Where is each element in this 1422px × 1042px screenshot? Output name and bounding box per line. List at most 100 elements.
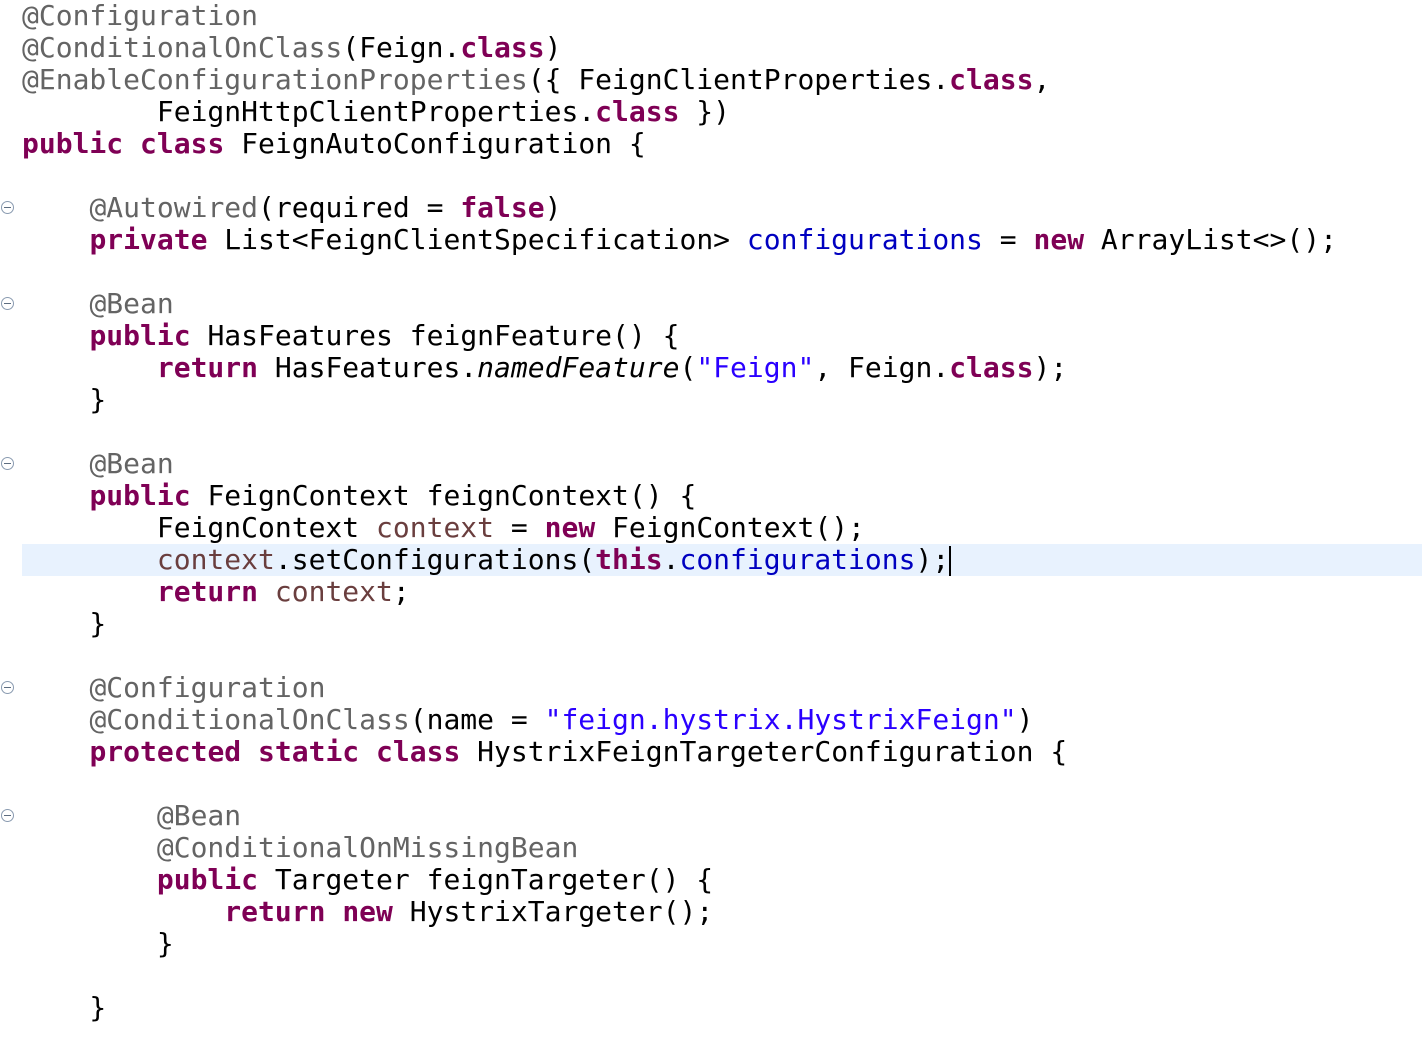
code-line[interactable] bbox=[22, 768, 1422, 800]
code-line[interactable]: @EnableConfigurationProperties({ FeignCl… bbox=[22, 64, 1422, 96]
field-reference: configurations bbox=[746, 223, 983, 256]
code-line[interactable]: public class FeignAutoConfiguration { bbox=[22, 128, 1422, 160]
code-token: List<FeignClientSpecification> bbox=[207, 223, 747, 256]
code-line[interactable]: } bbox=[22, 608, 1422, 640]
code-line[interactable]: public HasFeatures feignFeature() { bbox=[22, 320, 1422, 352]
code-line[interactable]: @Configuration bbox=[22, 0, 1422, 32]
keyword-token: return bbox=[156, 575, 259, 608]
code-line[interactable]: @Autowired(required = false) bbox=[22, 192, 1422, 224]
code-line[interactable]: FeignHttpClientProperties.class }) bbox=[22, 96, 1422, 128]
fold-collapse-icon[interactable] bbox=[1, 681, 14, 694]
code-line[interactable]: return new HystrixTargeter(); bbox=[22, 896, 1422, 928]
code-line[interactable]: return context; bbox=[22, 576, 1422, 608]
code-token: .setConfigurations( bbox=[274, 543, 596, 576]
code-line[interactable] bbox=[22, 160, 1422, 192]
fold-collapse-icon[interactable] bbox=[1, 201, 14, 214]
keyword-token: return bbox=[156, 351, 259, 384]
fold-collapse-icon[interactable] bbox=[1, 809, 14, 822]
keyword-token: false bbox=[460, 191, 545, 224]
code-line[interactable]: @ConditionalOnMissingBean bbox=[22, 832, 1422, 864]
code-token: HystrixFeignTargeterConfiguration { bbox=[460, 735, 1068, 768]
annotation-token: @Bean bbox=[89, 447, 174, 480]
keyword-token: return bbox=[224, 895, 326, 928]
annotation-token: @Configuration bbox=[22, 0, 259, 32]
keyword-token: class bbox=[595, 95, 680, 128]
code-line[interactable] bbox=[22, 416, 1422, 448]
keyword-token: public bbox=[89, 479, 191, 512]
code-line[interactable] bbox=[22, 960, 1422, 992]
code-line[interactable]: } bbox=[22, 384, 1422, 416]
annotation-token: @Configuration bbox=[89, 671, 326, 704]
code-line[interactable] bbox=[22, 256, 1422, 288]
keyword-token: new bbox=[1033, 223, 1085, 256]
code-token: FeignContext(); bbox=[595, 511, 865, 544]
keyword-token: public bbox=[89, 319, 191, 352]
code-line[interactable] bbox=[22, 640, 1422, 672]
text-cursor bbox=[949, 546, 952, 576]
code-token: FeignContext feignContext() { bbox=[190, 479, 697, 512]
code-token: Targeter feignTargeter() { bbox=[258, 863, 714, 896]
code-line[interactable]: public FeignContext feignContext() { bbox=[22, 480, 1422, 512]
keyword-token: this bbox=[595, 543, 663, 576]
fold-collapse-icon[interactable] bbox=[1, 297, 14, 310]
code-line[interactable]: return HasFeatures.namedFeature("Feign",… bbox=[22, 352, 1422, 384]
code-token: . bbox=[662, 543, 680, 576]
code-token: FeignHttpClientProperties. bbox=[22, 95, 596, 128]
code-line[interactable]: } bbox=[22, 992, 1422, 1024]
code-token: ); bbox=[1033, 351, 1068, 384]
code-token: }) bbox=[679, 95, 731, 128]
code-token: (name = bbox=[409, 703, 545, 736]
annotation-token: @ConditionalOnClass bbox=[89, 703, 410, 736]
keyword-token: class bbox=[460, 31, 545, 64]
code-token: ) bbox=[544, 191, 562, 224]
keyword-token: public bbox=[156, 863, 259, 896]
fold-collapse-icon[interactable] bbox=[1, 457, 14, 470]
code-token: HystrixTargeter(); bbox=[392, 895, 714, 928]
code-token: = bbox=[494, 511, 545, 544]
code-line[interactable]: @ConditionalOnClass(name = "feign.hystri… bbox=[22, 704, 1422, 736]
code-editor[interactable]: @Configuration @ConditionalOnClass(Feign.… bbox=[0, 0, 1422, 1042]
local-variable: context bbox=[376, 511, 495, 544]
code-line[interactable]: public Targeter feignTargeter() { bbox=[22, 864, 1422, 896]
code-token: } bbox=[22, 607, 107, 640]
keyword-token: static bbox=[258, 735, 360, 768]
string-literal: "feign.hystrix.HystrixFeign" bbox=[544, 703, 1017, 736]
code-line[interactable]: @Configuration bbox=[22, 672, 1422, 704]
string-literal: "Feign" bbox=[696, 351, 815, 384]
code-token: ) bbox=[544, 31, 562, 64]
code-line[interactable]: FeignContext context = new FeignContext(… bbox=[22, 512, 1422, 544]
code-token: (Feign. bbox=[342, 31, 461, 64]
code-line[interactable]: @ConditionalOnClass(Feign.class) bbox=[22, 32, 1422, 64]
code-line[interactable]: @Bean bbox=[22, 800, 1422, 832]
code-token: } bbox=[22, 383, 107, 416]
code-token: = bbox=[982, 223, 1034, 256]
keyword-token: new bbox=[342, 895, 393, 928]
keyword-token: class bbox=[140, 127, 225, 160]
code-line[interactable]: private List<FeignClientSpecification> c… bbox=[22, 224, 1422, 256]
code-line[interactable]: @Bean bbox=[22, 288, 1422, 320]
code-token: ; bbox=[392, 575, 410, 608]
annotation-token: @Bean bbox=[89, 287, 174, 320]
code-token: ( bbox=[679, 351, 697, 384]
code-line[interactable]: } bbox=[22, 928, 1422, 960]
current-code-line[interactable]: context.setConfigurations(this.configura… bbox=[22, 544, 1422, 576]
code-token: , bbox=[1033, 63, 1051, 96]
code-line[interactable]: @Bean bbox=[22, 448, 1422, 480]
annotation-token: @ConditionalOnClass bbox=[22, 31, 343, 64]
code-line[interactable]: protected static class HystrixFeignTarge… bbox=[22, 736, 1422, 768]
code-token: ); bbox=[915, 543, 950, 576]
code-token: FeignAutoConfiguration { bbox=[224, 127, 646, 160]
local-variable: context bbox=[156, 543, 275, 576]
